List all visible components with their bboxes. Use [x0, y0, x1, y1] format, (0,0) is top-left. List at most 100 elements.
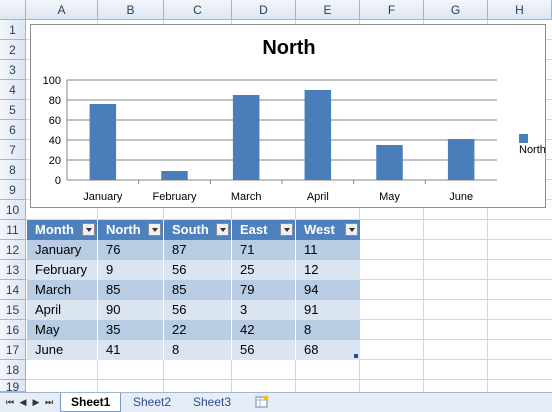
table-header-cell[interactable]: Month [27, 220, 98, 240]
sheet-tab-sheet1[interactable]: Sheet1 [60, 393, 122, 412]
legend-swatch [519, 133, 528, 143]
table-cell[interactable]: 42 [232, 320, 296, 340]
sheet-tab-sheet2[interactable]: Sheet2 [123, 393, 181, 412]
filter-dropdown-icon[interactable] [216, 223, 229, 236]
embedded-chart[interactable]: North 0 20 40 60 80 100 January February March Ap… [30, 24, 546, 208]
x-tick-label: February [152, 191, 197, 203]
y-tick-label: 40 [49, 135, 61, 147]
table-cell[interactable]: 56 [232, 340, 296, 360]
column-header-d[interactable]: D [232, 0, 296, 20]
row-header[interactable]: 6 [0, 120, 26, 140]
table-cell[interactable]: 68 [296, 340, 360, 360]
table-cell[interactable]: 11 [296, 240, 360, 260]
chart-legend: North [519, 132, 546, 156]
table-cell[interactable]: April [27, 300, 98, 320]
table-cell[interactable]: 8 [164, 340, 232, 360]
table-cell[interactable]: February [27, 260, 98, 280]
column-header-b[interactable]: B [98, 0, 164, 20]
bar [304, 90, 332, 180]
table-header-cell[interactable]: South [164, 220, 232, 240]
row-header[interactable]: 15 [0, 300, 26, 320]
bar [376, 145, 403, 180]
legend-label: North [519, 144, 546, 156]
table-cell[interactable]: 25 [232, 260, 296, 280]
filter-dropdown-icon[interactable] [280, 223, 293, 236]
row-header[interactable]: 11 [0, 220, 26, 240]
table-header-cell[interactable]: North [98, 220, 164, 240]
table-cell[interactable]: 87 [164, 240, 232, 260]
bar [232, 95, 260, 180]
table-cell[interactable]: 41 [98, 340, 164, 360]
table-cell[interactable]: 85 [164, 280, 232, 300]
table-cell[interactable]: 22 [164, 320, 232, 340]
sheet-tab-sheet3[interactable]: Sheet3 [183, 393, 241, 412]
filter-dropdown-icon[interactable] [82, 223, 95, 236]
table-cell[interactable]: 9 [98, 260, 164, 280]
table-cell[interactable]: 91 [296, 300, 360, 320]
table-cell[interactable]: January [27, 240, 98, 260]
x-tick-label: June [449, 191, 473, 203]
column-header-c[interactable]: C [164, 0, 232, 20]
row-header[interactable]: 4 [0, 80, 26, 100]
filter-dropdown-icon[interactable] [148, 223, 161, 236]
column-header-a[interactable]: A [26, 0, 98, 20]
row-header[interactable]: 19 [0, 380, 26, 394]
table-cell[interactable]: 3 [232, 300, 296, 320]
insert-sheet-icon[interactable] [254, 395, 270, 409]
table-cell[interactable]: June [27, 340, 98, 360]
row-header[interactable]: 18 [0, 360, 26, 380]
column-header-e[interactable]: E [296, 0, 360, 20]
row-header[interactable]: 7 [0, 140, 26, 160]
row-header[interactable]: 2 [0, 40, 26, 60]
row-header[interactable]: 8 [0, 160, 26, 180]
next-sheet-icon[interactable]: ▶ [30, 396, 42, 408]
table-cell[interactable]: 94 [296, 280, 360, 300]
row-header[interactable]: 13 [0, 260, 26, 280]
column-header-g[interactable]: G [424, 0, 488, 20]
table-cell[interactable]: May [27, 320, 98, 340]
table-cell[interactable]: 35 [98, 320, 164, 340]
table-header-cell[interactable]: East [232, 220, 296, 240]
x-tick-label: January [83, 191, 123, 203]
first-sheet-icon[interactable]: ⏮ [4, 396, 16, 408]
row-header[interactable]: 17 [0, 340, 26, 360]
row-header[interactable]: 10 [0, 200, 26, 220]
table-cell[interactable]: 76 [98, 240, 164, 260]
column-header-bar: A B C D E F G H [0, 0, 552, 20]
table-cell[interactable]: 85 [98, 280, 164, 300]
y-tick-label: 60 [49, 115, 61, 127]
row-header[interactable]: 14 [0, 280, 26, 300]
column-header-h[interactable]: H [488, 0, 552, 20]
y-tick-label: 80 [49, 95, 61, 107]
row-header[interactable]: 16 [0, 320, 26, 340]
select-all-corner[interactable] [0, 0, 26, 20]
chart-plot-area: 0 20 40 60 80 100 January February March April May… [43, 75, 497, 203]
row-header[interactable]: 12 [0, 240, 26, 260]
y-tick-label: 20 [49, 155, 61, 167]
last-sheet-icon[interactable]: ⏭ [43, 396, 55, 408]
table-cell[interactable]: 79 [232, 280, 296, 300]
bar [447, 139, 475, 180]
x-tick-label: May [379, 191, 400, 203]
table-cell[interactable]: 90 [98, 300, 164, 320]
filter-dropdown-icon[interactable] [345, 223, 358, 236]
column-header-f[interactable]: F [360, 0, 424, 20]
table-cell[interactable]: 56 [164, 300, 232, 320]
table-cell[interactable]: 8 [296, 320, 360, 340]
prev-sheet-icon[interactable]: ◀ [17, 396, 29, 408]
table-cell[interactable]: 12 [296, 260, 360, 280]
chart-title: North [262, 37, 316, 59]
table-cell[interactable]: 71 [232, 240, 296, 260]
row-header[interactable]: 1 [0, 20, 26, 40]
x-tick-label: April [307, 191, 329, 203]
row-header[interactable]: 5 [0, 100, 26, 120]
table-resize-handle[interactable] [354, 354, 358, 358]
table-cell[interactable]: March [27, 280, 98, 300]
table-header-cell[interactable]: West [296, 220, 360, 240]
row-header[interactable]: 3 [0, 60, 26, 80]
row-header[interactable]: 9 [0, 180, 26, 200]
sheet-tab-bar: ⏮ ◀ ▶ ⏭ Sheet1 Sheet2 Sheet3 [0, 392, 552, 412]
table-cell[interactable]: 56 [164, 260, 232, 280]
bar [161, 171, 188, 180]
bar [89, 104, 117, 180]
